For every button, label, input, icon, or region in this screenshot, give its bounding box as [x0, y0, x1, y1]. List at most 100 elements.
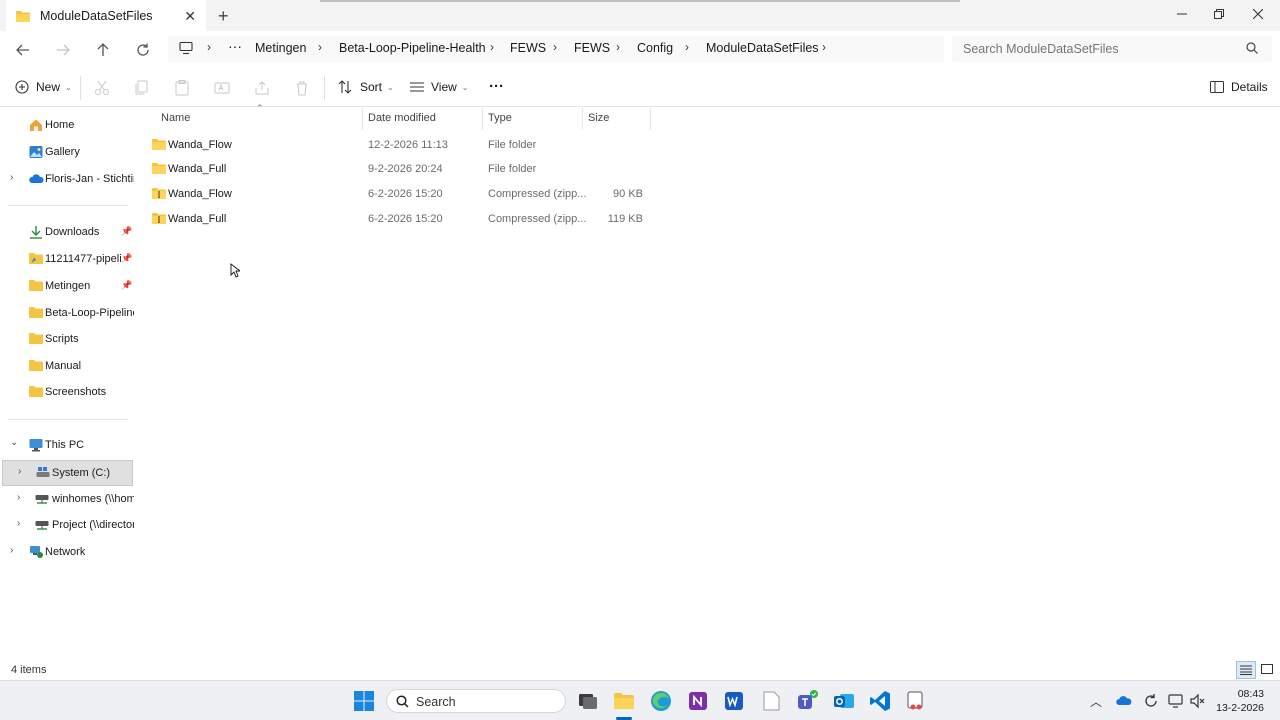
- onenote-icon[interactable]: [686, 689, 710, 713]
- table-row[interactable]: Wanda_Flow 12-2-2026 11:13 File folder: [150, 133, 650, 157]
- sidebar-item-metingen[interactable]: Metingen 📌: [0, 274, 140, 300]
- forward-button[interactable]: [53, 40, 73, 60]
- chevron-right-icon[interactable]: ›: [10, 172, 13, 183]
- copy-icon[interactable]: [134, 80, 150, 96]
- tiles-view-button[interactable]: [1258, 662, 1276, 678]
- column-divider[interactable]: [482, 108, 483, 130]
- sidebar-item-scripts[interactable]: Scripts: [0, 327, 140, 353]
- cut-icon[interactable]: [94, 80, 110, 96]
- sidebar-item-project[interactable]: › Project (\\directory: [0, 513, 140, 539]
- breadcrumb-item[interactable]: FEWS: [510, 41, 546, 55]
- chevron-right-icon[interactable]: ›: [17, 492, 20, 503]
- new-tab-button[interactable]: +: [218, 6, 229, 27]
- sort-button[interactable]: Sort ⌄: [338, 80, 394, 94]
- breadcrumb-item[interactable]: Config: [637, 41, 673, 55]
- rename-icon[interactable]: [214, 80, 230, 96]
- chevron-right-icon[interactable]: ›: [553, 40, 557, 54]
- search-box[interactable]: [952, 36, 1272, 62]
- breadcrumb-overflow[interactable]: ···: [228, 38, 242, 54]
- edge-icon[interactable]: [649, 689, 673, 713]
- search-icon[interactable]: [1246, 42, 1258, 54]
- snipping-tool-icon[interactable]: [904, 689, 928, 713]
- sidebar-item-network[interactable]: › Network: [0, 540, 140, 566]
- table-row[interactable]: Wanda_Full 9-2-2026 20:24 File folder: [150, 157, 650, 181]
- sidebar-item-system-c[interactable]: › System (C:): [2, 460, 133, 486]
- sidebar-item-this-pc[interactable]: ⌄ This PC: [0, 433, 140, 459]
- start-button[interactable]: [352, 689, 376, 713]
- restore-button[interactable]: [1207, 4, 1231, 24]
- chevron-right-icon[interactable]: ›: [18, 466, 21, 477]
- chevron-right-icon[interactable]: ›: [822, 40, 826, 54]
- column-header-size[interactable]: Size: [588, 112, 609, 124]
- outlook-icon[interactable]: [832, 689, 856, 713]
- sidebar-item-winhomes[interactable]: › winhomes (\\home: [0, 487, 140, 513]
- column-header-date[interactable]: Date modified: [368, 112, 436, 124]
- display-icon[interactable]: [1168, 693, 1184, 709]
- view-button[interactable]: View ⌄: [409, 80, 469, 94]
- computer-icon[interactable]: [179, 41, 193, 55]
- clock[interactable]: 08:43 13-2-2026: [1216, 687, 1264, 715]
- new-button[interactable]: New ⌄: [15, 80, 72, 94]
- arrow-right-icon: [57, 44, 70, 56]
- delete-icon[interactable]: [294, 80, 310, 96]
- search-input[interactable]: [963, 42, 1233, 56]
- table-row[interactable]: Wanda_Flow 6-2-2026 15:20 Compressed (zi…: [150, 182, 650, 206]
- close-window-button[interactable]: [1246, 4, 1270, 24]
- arrow-up-icon: [97, 43, 109, 56]
- word-icon[interactable]: [722, 689, 746, 713]
- back-button[interactable]: [13, 40, 33, 60]
- mouse-cursor-icon: [230, 263, 240, 278]
- sidebar-item-downloads[interactable]: Downloads 📌: [0, 220, 140, 246]
- paste-icon[interactable]: [174, 80, 190, 96]
- chevron-right-icon[interactable]: ›: [10, 545, 13, 556]
- up-button[interactable]: [93, 40, 113, 60]
- pin-icon[interactable]: 📌: [121, 253, 132, 264]
- column-divider[interactable]: [582, 108, 583, 130]
- close-tab-icon[interactable]: ✕: [184, 8, 196, 25]
- details-view-button[interactable]: [1236, 661, 1256, 679]
- cloud-icon: [29, 172, 44, 186]
- refresh-button[interactable]: [133, 40, 153, 60]
- taskbar-search[interactable]: Search: [386, 689, 566, 713]
- chevron-right-icon[interactable]: ›: [616, 40, 620, 54]
- teams-icon[interactable]: [795, 689, 819, 713]
- pin-icon[interactable]: 📌: [121, 280, 132, 291]
- notepad-icon[interactable]: [759, 689, 783, 713]
- sidebar-item-screenshots[interactable]: Screenshots: [0, 380, 140, 406]
- chevron-up-icon[interactable]: ︿: [1090, 693, 1102, 710]
- sidebar-item-home[interactable]: Home: [0, 113, 140, 139]
- onedrive-tray-icon[interactable]: [1116, 694, 1133, 706]
- task-view-icon[interactable]: [576, 689, 600, 713]
- sidebar-item-onedrive[interactable]: › Floris-Jan - Stichting: [0, 167, 140, 193]
- breadcrumb-item[interactable]: Beta-Loop-Pipeline-Health: [339, 41, 486, 55]
- vscode-icon[interactable]: [868, 689, 892, 713]
- share-icon[interactable]: [254, 80, 270, 96]
- breadcrumb-current[interactable]: ModuleDataSetFiles: [706, 41, 819, 55]
- column-header-type[interactable]: Type: [488, 112, 512, 124]
- breadcrumb-item[interactable]: FEWS: [574, 41, 610, 55]
- chevron-right-icon[interactable]: ›: [17, 518, 20, 529]
- chevron-right-icon[interactable]: ›: [685, 40, 689, 54]
- tab-module-data-set-files[interactable]: ModuleDataSetFiles ✕: [6, 0, 206, 31]
- file-explorer-icon[interactable]: [612, 689, 636, 720]
- speaker-muted-icon[interactable]: [1189, 693, 1205, 709]
- breadcrumb-item[interactable]: Metingen: [255, 41, 306, 55]
- details-button[interactable]: Details: [1210, 80, 1268, 94]
- chevron-down-icon[interactable]: ⌄: [10, 437, 18, 448]
- sidebar-item-gallery[interactable]: Gallery: [0, 140, 140, 166]
- minimize-button[interactable]: [1170, 4, 1194, 24]
- sidebar-item-beta-loop[interactable]: Beta-Loop-Pipeline-Health: [0, 301, 140, 327]
- sync-icon[interactable]: [1143, 693, 1159, 709]
- column-divider[interactable]: [362, 108, 363, 130]
- sidebar-item-manual[interactable]: Manual: [0, 354, 140, 380]
- chevron-right-icon[interactable]: ›: [207, 40, 211, 54]
- more-options-button[interactable]: ···: [489, 78, 504, 95]
- arrow-left-icon: [16, 44, 29, 56]
- column-divider[interactable]: [650, 108, 651, 130]
- sidebar-item-pipeline[interactable]: 11211477-pipeline 📌: [0, 247, 140, 273]
- pin-icon[interactable]: 📌: [121, 226, 132, 237]
- table-row[interactable]: Wanda_Full 6-2-2026 15:20 Compressed (zi…: [150, 207, 650, 231]
- column-header-name[interactable]: Name: [161, 112, 190, 124]
- chevron-right-icon[interactable]: ›: [490, 40, 494, 54]
- chevron-right-icon[interactable]: ›: [318, 40, 322, 54]
